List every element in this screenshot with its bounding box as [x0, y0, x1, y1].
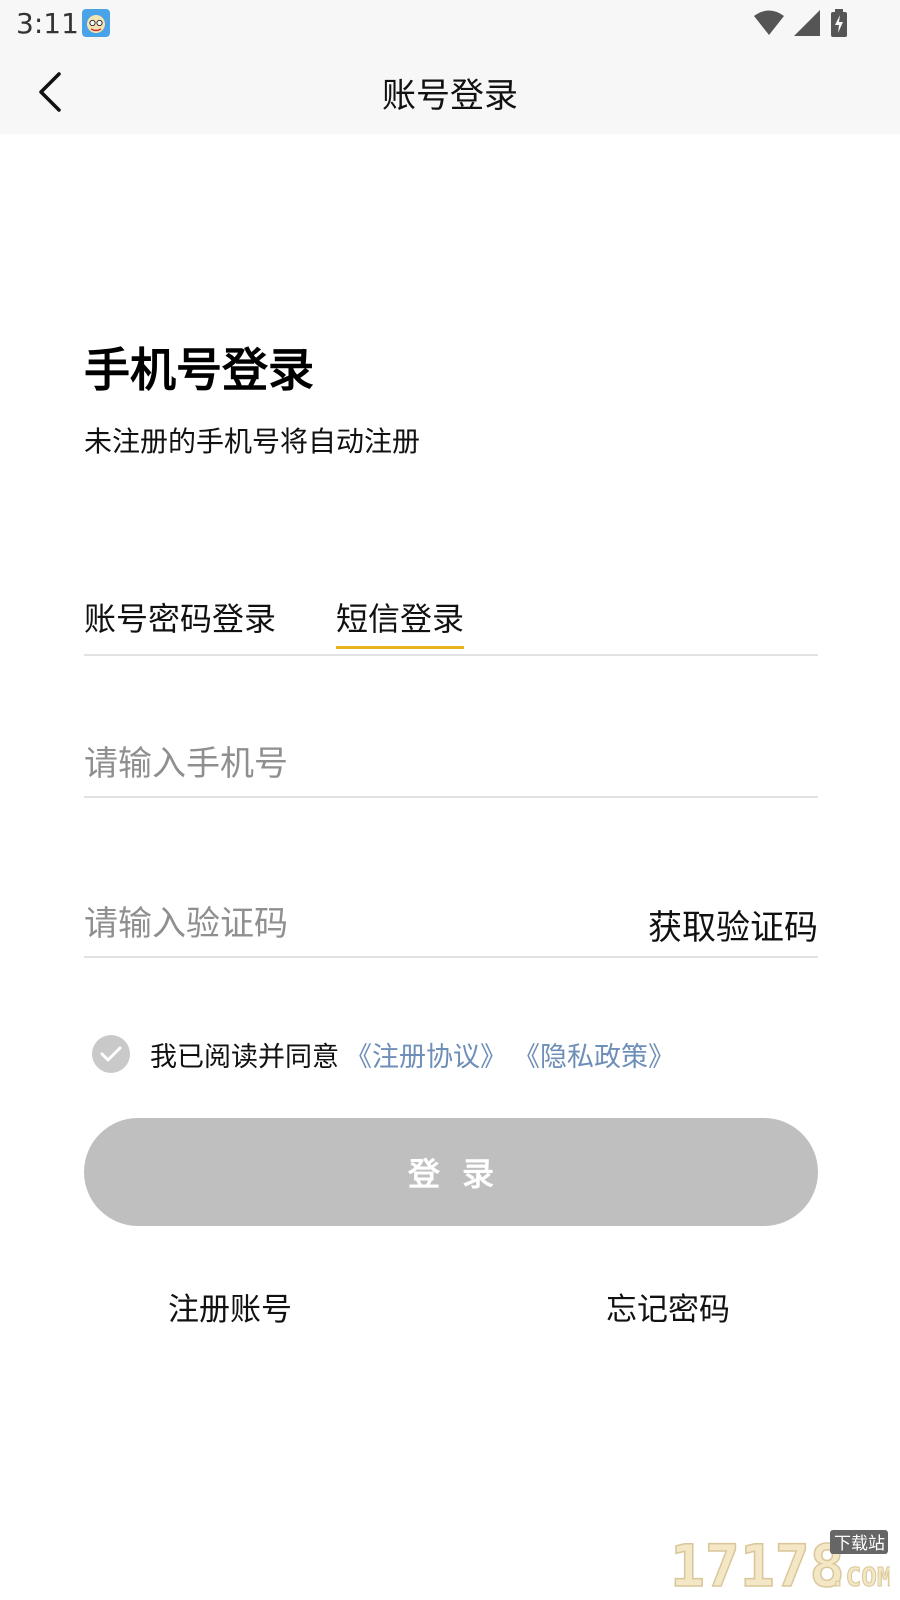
- signal-icon: [794, 10, 820, 36]
- status-time: 3:11: [16, 7, 79, 40]
- login-tabs: 账号密码登录 短信登录: [84, 586, 818, 656]
- app-avatar-icon: [82, 9, 110, 37]
- watermark-logo: 17178 下载站 .COM: [670, 1530, 890, 1594]
- login-button[interactable]: 登录: [84, 1118, 818, 1226]
- wifi-icon: [754, 10, 784, 35]
- privacy-link[interactable]: 《隐私政策》: [513, 1035, 675, 1074]
- battery-charging-icon: [831, 9, 847, 37]
- forgot-password-link[interactable]: 忘记密码: [606, 1284, 730, 1329]
- tab-password-login[interactable]: 账号密码登录: [84, 594, 276, 640]
- watermark-number: 17178: [670, 1532, 845, 1594]
- active-tab-indicator: [336, 646, 464, 649]
- status-icons: [754, 8, 848, 38]
- top-bar: 账号登录: [0, 48, 900, 134]
- page-title: 账号登录: [382, 76, 518, 116]
- agreement-checkbox[interactable]: [92, 1035, 130, 1073]
- status-bar: 3:11: [0, 0, 900, 48]
- login-subtitle: 未注册的手机号将自动注册: [84, 425, 421, 458]
- check-icon: [100, 1046, 122, 1062]
- watermark-suffix: .COM: [830, 1563, 890, 1593]
- get-code-button[interactable]: 获取验证码: [648, 900, 818, 949]
- agreement-text: 我已阅读并同意: [150, 1041, 339, 1073]
- verification-code-input[interactable]: [84, 896, 584, 952]
- register-link[interactable]: 注册账号: [168, 1284, 292, 1329]
- login-heading: 手机号登录: [84, 343, 314, 397]
- watermark-badge: 下载站: [834, 1534, 885, 1554]
- agreement-row: 我已阅读并同意 《注册协议》 《隐私政策》: [92, 1034, 675, 1074]
- phone-field: [84, 736, 818, 798]
- tab-sms-login[interactable]: 短信登录: [336, 594, 464, 640]
- phone-input[interactable]: [84, 736, 818, 792]
- terms-link[interactable]: 《注册协议》: [345, 1035, 507, 1074]
- code-field: 获取验证码: [84, 896, 818, 958]
